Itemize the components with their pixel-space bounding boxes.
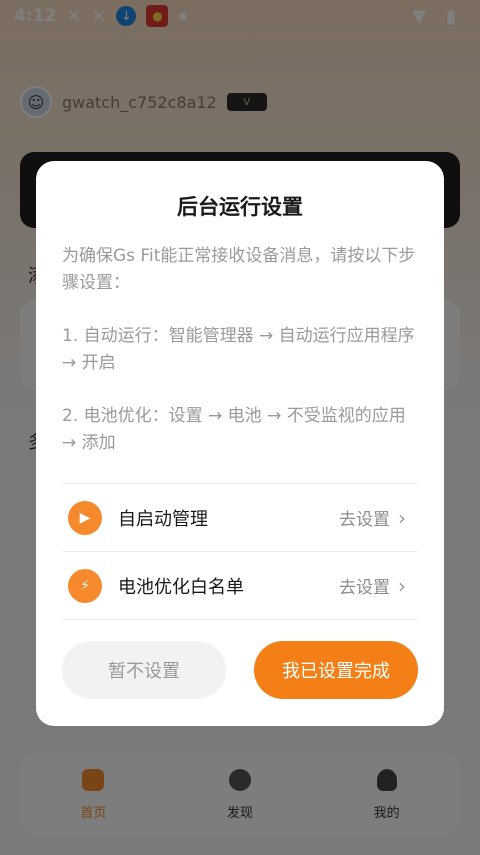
chevron-right-icon: › [398, 573, 406, 598]
step-2-text: 2. 电池优化：设置 → 电池 → 不受监视的应用 → 添加 [62, 406, 406, 453]
step-1-text: 1. 自动运行：智能管理器 → 自动运行应用程序 → 开启 [62, 326, 415, 373]
not-now-button[interactable]: 暂不设置 [62, 641, 226, 699]
dialog-description: 为确保Gs Fit能正常接收设备消息，请按以下步骤设置： 1. 自动运行：智能管… [62, 243, 418, 457]
chevron-right-icon: › [398, 505, 406, 530]
go-settings-link[interactable]: 去设置 [339, 573, 390, 598]
battery-whitelist-row[interactable]: ⚡ 电池优化白名单 去设置 › [62, 552, 418, 620]
go-settings-link[interactable]: 去设置 [339, 505, 390, 530]
settings-list: ▶ 自启动管理 去设置 › ⚡ 电池优化白名单 去设置 › [62, 483, 418, 620]
row-label: 电池优化白名单 [118, 576, 244, 598]
battery-icon: ⚡ [68, 568, 102, 603]
background-run-settings-dialog: 后台运行设置 为确保Gs Fit能正常接收设备消息，请按以下步骤设置： 1. 自… [36, 161, 444, 726]
intro-text: 为确保Gs Fit能正常接收设备消息，请按以下步骤设置： [62, 246, 416, 293]
dialog-buttons: 暂不设置 我已设置完成 [62, 641, 418, 699]
autostart-row[interactable]: ▶ 自启动管理 去设置 › [62, 484, 418, 552]
dialog-title: 后台运行设置 [177, 195, 303, 219]
done-button[interactable]: 我已设置完成 [254, 641, 418, 699]
row-label: 自启动管理 [118, 508, 208, 530]
play-icon: ▶ [68, 500, 102, 535]
